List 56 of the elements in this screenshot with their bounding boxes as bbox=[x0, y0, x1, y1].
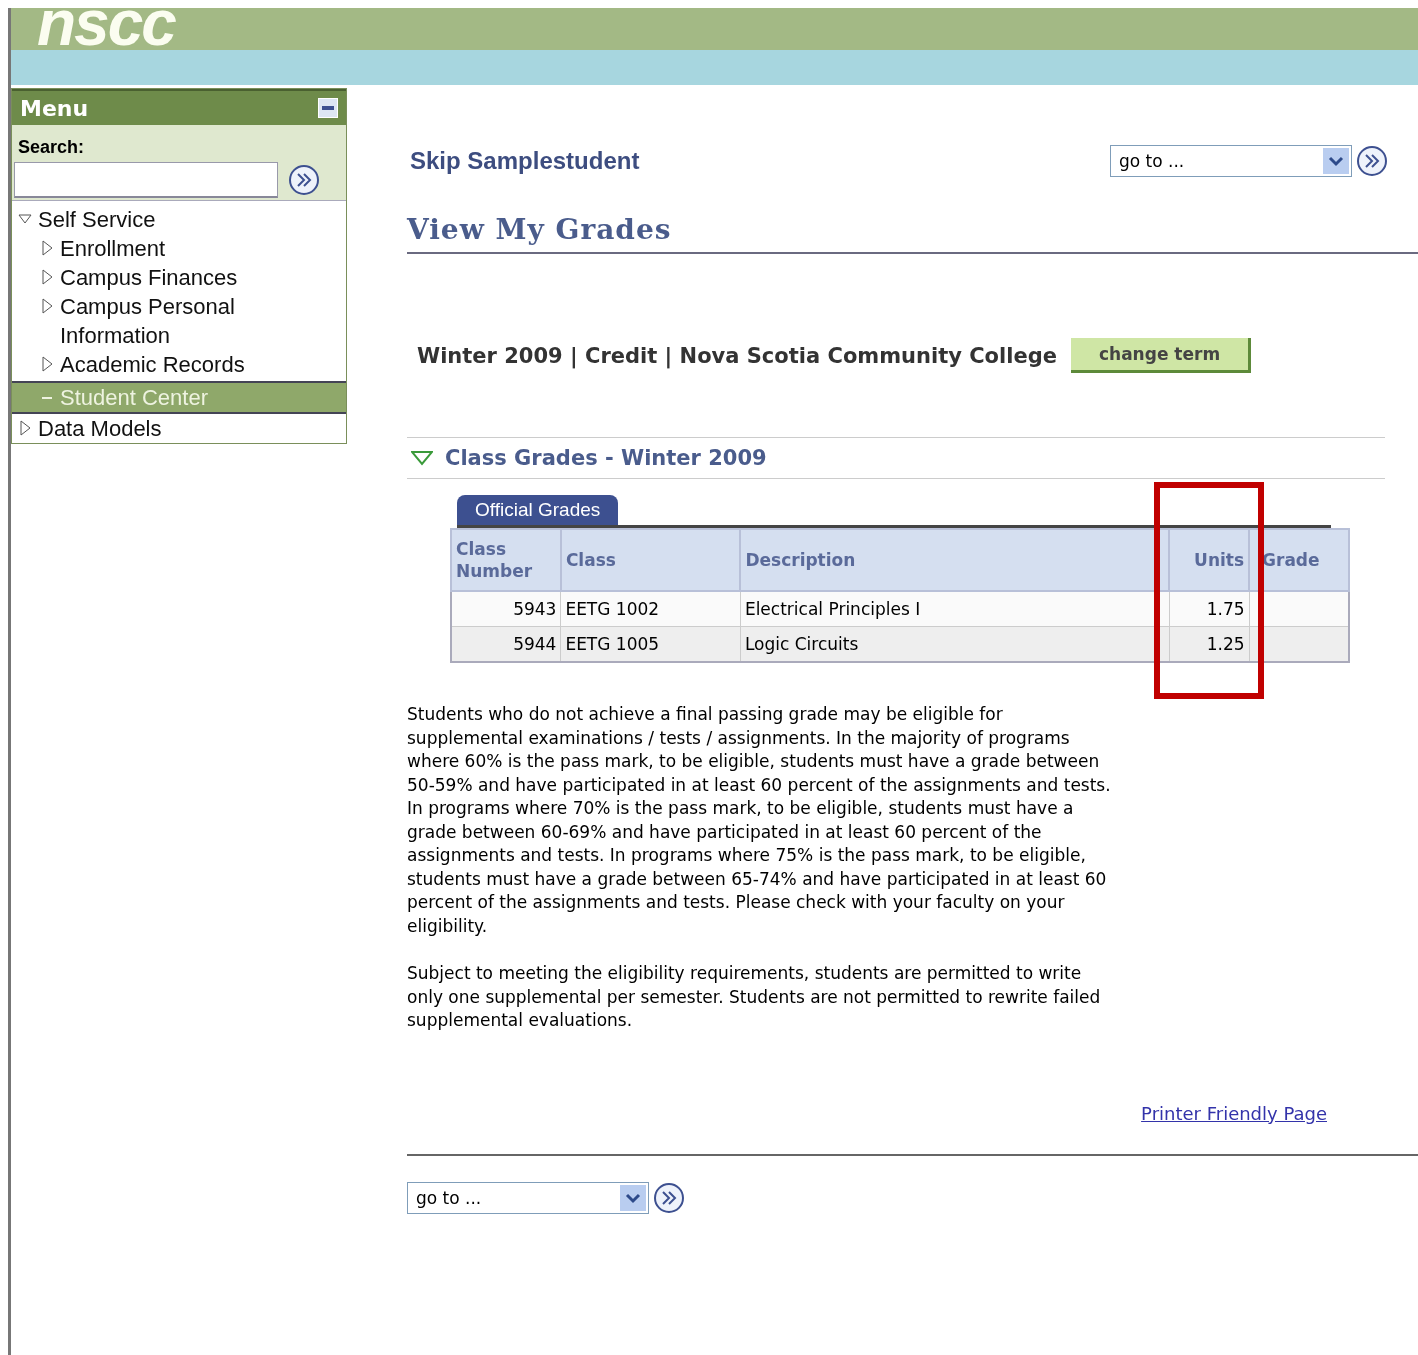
collapsed-icon[interactable] bbox=[18, 420, 32, 436]
goto-select[interactable]: go to ... bbox=[1110, 145, 1352, 177]
menu-item[interactable]: Academic Records bbox=[12, 350, 346, 379]
student-name: Skip Samplestudent bbox=[410, 147, 640, 175]
menu-item-label: Data Models bbox=[38, 415, 163, 443]
table-cell: 5944 bbox=[451, 626, 561, 662]
table-cell: 1.75 bbox=[1169, 591, 1250, 627]
goto-select[interactable]: go to ... bbox=[407, 1181, 649, 1214]
logo: nscc bbox=[37, 8, 175, 50]
menu-title: Menu bbox=[20, 95, 89, 121]
menu-item-label: Enrollment bbox=[60, 235, 167, 263]
page-title: View My Grades bbox=[407, 213, 1418, 254]
table-cell: 1.25 bbox=[1169, 626, 1250, 662]
dash-icon bbox=[42, 397, 52, 399]
column-header: Class Number bbox=[451, 529, 561, 591]
menu-item[interactable]: Data Models bbox=[12, 414, 346, 443]
table-cell: Electrical Principles I bbox=[740, 591, 1170, 627]
dropdown-icon[interactable] bbox=[1323, 148, 1349, 174]
notice-paragraph: Students who do not achieve a final passing grade may be eligible for supplemental examinations / tests / assignments. In the majority of programs where 60% is the pass mark, to be eligible, students must have a grade between 50-59% and have participated in at least 60 percent of the assignments and tests. In programs where 70% is the pass mark, to be eligible, students must have a grade between 60-69% and have participated in at least 60 percent of the assignments and tests. In programs where 75% is the pass mark, to be eligible, students must have a grade between 65-74% and have participated in at least 60 percent of the assignments and tests. Please check with your faculty on your eligibility. bbox=[407, 703, 1112, 938]
collapsed-icon[interactable] bbox=[40, 240, 54, 256]
dropdown-icon[interactable] bbox=[620, 1184, 646, 1211]
change-term-button[interactable]: change term bbox=[1070, 338, 1252, 373]
search-field[interactable] bbox=[14, 162, 278, 198]
go-icon[interactable] bbox=[653, 1181, 685, 1214]
table-cell: 5943 bbox=[451, 591, 561, 627]
section-title: Class Grades - Winter 2009 bbox=[445, 446, 767, 470]
menu-item-label: Academic Records bbox=[60, 351, 246, 379]
go-icon[interactable] bbox=[1356, 145, 1388, 177]
menu-item-label: Campus Finances bbox=[60, 264, 239, 292]
column-header: Description bbox=[740, 529, 1170, 591]
menu-item[interactable]: Campus Finances bbox=[12, 263, 346, 292]
column-header: Units bbox=[1169, 529, 1250, 591]
table-cell: EETG 1005 bbox=[560, 626, 741, 662]
menu-item[interactable]: Enrollment bbox=[12, 234, 346, 263]
collapsed-icon[interactable] bbox=[40, 298, 54, 314]
search-label: Search: bbox=[17, 136, 86, 159]
menu-item-label: Campus Personal Information bbox=[60, 293, 236, 350]
collapsed-icon[interactable] bbox=[40, 269, 54, 285]
term-info: Winter 2009 | Credit | Nova Scotia Community College bbox=[417, 343, 1057, 368]
minus-icon bbox=[322, 106, 334, 110]
go-icon[interactable] bbox=[288, 164, 320, 196]
grades-tab[interactable]: Official Grades bbox=[457, 495, 619, 525]
menu-item[interactable]: Self Service bbox=[12, 205, 346, 234]
column-header: Class bbox=[560, 529, 741, 591]
table-cell: EETG 1002 bbox=[560, 591, 741, 627]
notice-paragraph: Subject to meeting the eligibility requirements, students are permitted to write only one supplemental per semester. Students are not permitted to rewrite failed supplemental evaluations. bbox=[407, 962, 1102, 1032]
collapse-button[interactable] bbox=[318, 98, 338, 118]
expanded-icon[interactable] bbox=[411, 450, 433, 466]
menu-item[interactable]: Campus Personal Information bbox=[12, 292, 346, 350]
section-header[interactable]: Class Grades - Winter 2009 bbox=[407, 437, 1385, 479]
printer-friendly-link[interactable]: Printer Friendly Page bbox=[1141, 1102, 1327, 1124]
collapsed-icon[interactable] bbox=[40, 356, 54, 372]
menu-item-label: Self Service bbox=[38, 206, 157, 234]
column-header: Grade bbox=[1249, 529, 1349, 591]
table-cell: Logic Circuits bbox=[740, 626, 1170, 662]
menu-item-label: Student Center bbox=[60, 384, 209, 412]
